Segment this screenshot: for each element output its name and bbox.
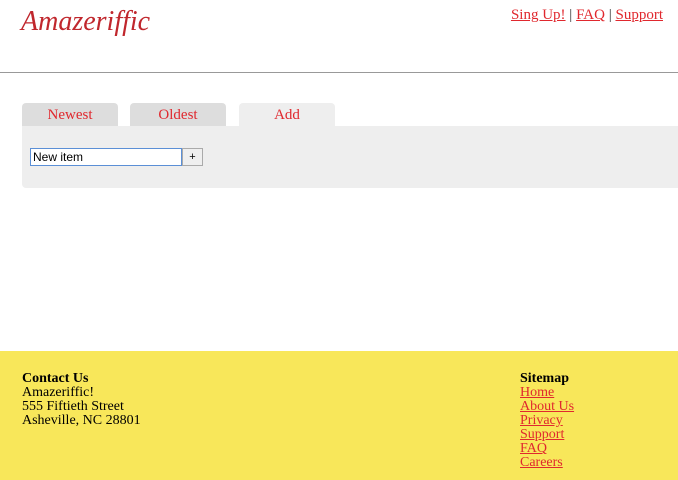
contact-street: 555 Fiftieth Street xyxy=(22,399,124,414)
nav-link-sign-up[interactable]: Sing Up! xyxy=(511,7,566,23)
sitemap-link-privacy[interactable]: Privacy xyxy=(520,414,574,428)
add-item-panel: + xyxy=(22,126,678,188)
nav-link-support[interactable]: Support xyxy=(615,7,663,23)
tab-add[interactable]: Add xyxy=(239,103,335,127)
add-item-button[interactable]: + xyxy=(182,148,203,166)
top-nav: Sing Up! | FAQ | Support xyxy=(511,7,663,24)
sitemap-section: Sitemap Home About Us Privacy Support FA… xyxy=(520,372,574,470)
nav-separator: | xyxy=(608,7,612,23)
header: Amazeriffic Sing Up! | FAQ | Support xyxy=(0,0,678,73)
sitemap-link-faq[interactable]: FAQ xyxy=(520,442,574,456)
contact-heading: Contact Us xyxy=(22,371,89,386)
contact-company: Amazeriffic! xyxy=(22,385,95,400)
tab-oldest[interactable]: Oldest xyxy=(130,103,226,127)
sitemap-link-support[interactable]: Support xyxy=(520,428,574,442)
tab-newest[interactable]: Newest xyxy=(22,103,118,127)
sitemap-link-careers[interactable]: Careers xyxy=(520,456,574,470)
contact-city: Asheville, NC 28801 xyxy=(22,413,141,428)
footer: Contact Us Amazeriffic! 555 Fiftieth Str… xyxy=(0,351,678,480)
contact-section: Contact Us Amazeriffic! 555 Fiftieth Str… xyxy=(22,372,141,428)
sitemap-link-home[interactable]: Home xyxy=(520,386,574,400)
nav-separator: | xyxy=(569,7,573,23)
header-divider xyxy=(0,72,678,73)
new-item-input[interactable] xyxy=(30,148,182,166)
sitemap-heading: Sitemap xyxy=(520,371,569,386)
nav-link-faq[interactable]: FAQ xyxy=(576,7,605,23)
sitemap-link-about-us[interactable]: About Us xyxy=(520,400,574,414)
site-logo[interactable]: Amazeriffic xyxy=(21,6,150,38)
